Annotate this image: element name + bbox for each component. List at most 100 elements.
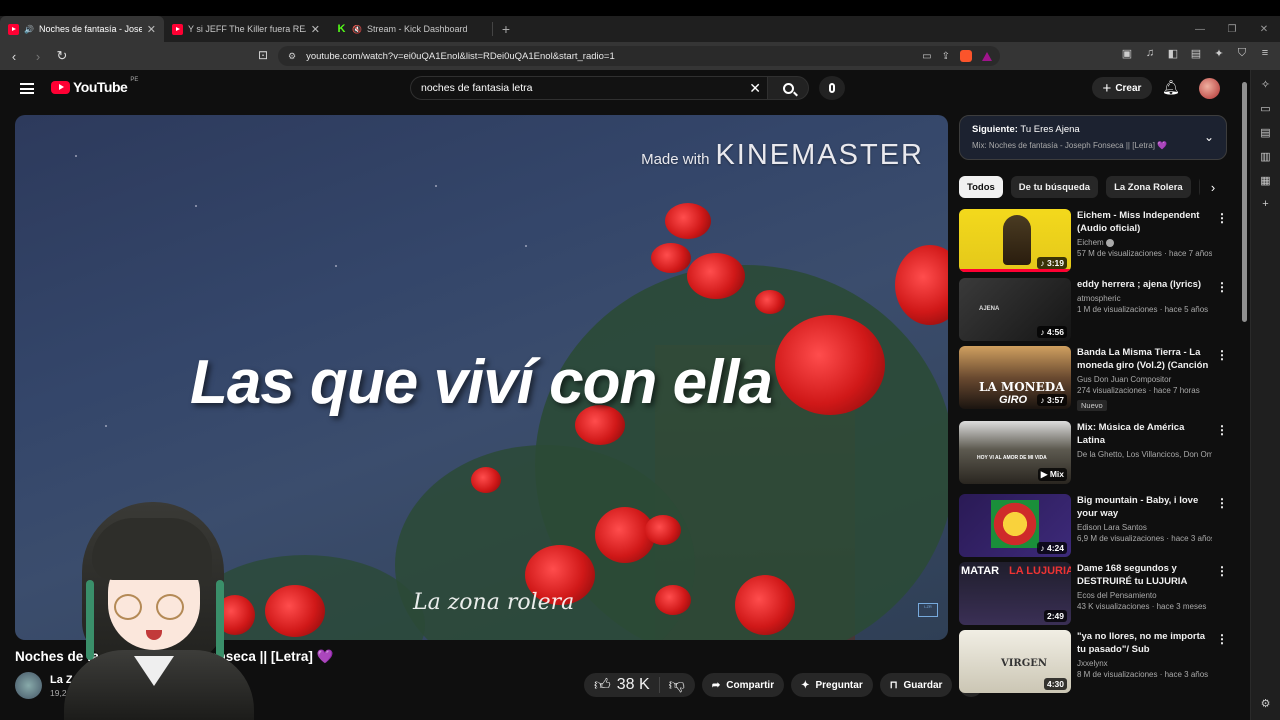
save-button[interactable]: ⊓ Guardar <box>879 673 953 697</box>
video-thumbnail[interactable]: MATAR LA LUJURIA 2:49 <box>959 562 1071 625</box>
thumbnail-text: MATAR <box>961 565 1000 577</box>
search-box: ✕ <box>410 76 767 100</box>
reading-list-icon[interactable]: ▭ <box>1260 102 1270 115</box>
ask-button[interactable]: ✦ Preguntar <box>791 673 873 697</box>
reload-icon[interactable]: ↻ <box>52 46 72 66</box>
wallet-icon[interactable]: ▤ <box>1189 47 1203 60</box>
dislike-button[interactable]: 👎︎ <box>660 676 695 695</box>
list-item[interactable]: HOY VI AL AMOR DE MI VIDA ▶ Mix Mix: Mús… <box>959 421 1234 485</box>
youtube-favicon-icon <box>172 23 183 35</box>
tab-kick-dashboard[interactable]: K 🔇 Stream - Kick Dashboard <box>328 16 492 42</box>
video-thumbnail[interactable]: ♪ 4:24 <box>959 494 1071 557</box>
more-vert-icon[interactable]: ⋮ <box>1216 564 1228 578</box>
voice-search-button[interactable] <box>819 76 845 100</box>
clear-search-icon[interactable]: ✕ <box>749 80 761 97</box>
share-icon[interactable]: ⇪ <box>942 51 950 62</box>
cast-icon[interactable]: ▭ <box>922 51 931 62</box>
notifications-bell-icon[interactable]: 🔔︎ <box>1162 79 1180 97</box>
rose <box>775 315 885 415</box>
account-avatar[interactable] <box>1199 78 1220 99</box>
video-thumbnail[interactable]: LA MONEDA GIRO ♪ 3:57 <box>959 346 1071 409</box>
more-vert-icon[interactable]: ⋮ <box>1216 348 1228 362</box>
minimize-icon[interactable]: — <box>1184 16 1216 42</box>
more-vert-icon[interactable]: ⋮ <box>1216 211 1228 225</box>
list-item[interactable]: LA MONEDA GIRO ♪ 3:57 Banda La Misma Tie… <box>959 346 1234 411</box>
channel-avatar[interactable] <box>15 672 42 699</box>
video-thumbnail[interactable]: ♪ 3:19 <box>959 209 1071 272</box>
youtube-logo[interactable]: YouTube PE <box>51 77 138 95</box>
window-controls: — ❐ ✕ <box>1184 16 1280 42</box>
up-next-panel[interactable]: Siguiente: Tu Eres Ajena Mix: Noches de … <box>959 115 1227 160</box>
reco-channel: De la Ghetto, Los Villancicos, Don Omar … <box>1077 450 1212 459</box>
close-window-icon[interactable]: ✕ <box>1248 16 1280 42</box>
muted-speaker-icon[interactable]: 🔇 <box>352 25 362 34</box>
list-item[interactable]: MATAR LA LUJURIA 2:49 Dame 168 segundos … <box>959 562 1234 626</box>
address-bar[interactable]: ⚙ youtube.com/watch?v=ei0uQA1Enol&list=R… <box>278 46 1000 66</box>
menu-icon[interactable]: ≡ <box>1258 47 1272 60</box>
chip-la-zona-rolera[interactable]: La Zona Rolera <box>1106 176 1191 198</box>
reco-stats: 8 M de visualizaciones · hace 3 años <box>1077 670 1209 679</box>
youtube-page: YouTube PE ✕ + Crear 🔔︎ <box>0 70 1280 720</box>
video-thumbnail[interactable]: HOY VI AL AMOR DE MI VIDA ▶ Mix <box>959 421 1071 484</box>
create-button[interactable]: + Crear <box>1092 77 1152 99</box>
site-info-icon[interactable]: ⚙ <box>288 51 296 62</box>
chevron-right-icon[interactable]: › <box>1200 176 1226 198</box>
sky-speck <box>525 245 527 247</box>
chevron-down-icon[interactable]: ⌄ <box>1204 130 1214 144</box>
leo-ai-icon[interactable]: ✦ <box>1212 47 1226 60</box>
more-vert-icon[interactable]: ⋮ <box>1216 280 1228 294</box>
list-item[interactable]: VIRGEN 4:30 "ya no llores, no me importa… <box>959 630 1234 694</box>
guide-menu-icon[interactable] <box>20 83 34 94</box>
mix-badge: ▶ Mix <box>1037 468 1067 481</box>
list-item[interactable]: ♪ 3:19 Eichem - Miss Independent (Audio … <box>959 209 1234 273</box>
tab-noches-de-fantasia[interactable]: 🔊 Noches de fantasía - Joseph ✕ <box>0 16 164 42</box>
vtuber-overlay <box>50 500 265 720</box>
chip-de-tu-busqueda[interactable]: De tu búsqueda <box>1010 176 1099 198</box>
wallet-sidebar-icon[interactable]: ▥ <box>1260 150 1270 163</box>
new-tab-button[interactable]: + <box>493 16 519 42</box>
list-item[interactable]: ♪ 4:24 Big mountain - Baby, i love your … <box>959 494 1234 558</box>
like-button[interactable]: 👍︎ 38 K <box>584 676 660 694</box>
video-thumbnail[interactable]: AJENA ♪ 4:56 <box>959 278 1071 341</box>
back-icon[interactable]: ‹ <box>4 46 24 66</box>
more-vert-icon[interactable]: ⋮ <box>1216 632 1228 646</box>
thumbnail-text: VIRGEN <box>1001 658 1048 669</box>
bookmarks-icon[interactable]: ▤ <box>1260 126 1270 139</box>
reco-stats: 57 M de visualizaciones · hace 7 años <box>1077 249 1212 258</box>
search-button[interactable] <box>767 76 809 100</box>
tab-close-icon[interactable]: ✕ <box>311 23 320 36</box>
sidebar-toggle-icon[interactable]: ◧ <box>1166 47 1180 60</box>
corner-logo: LZR <box>918 603 938 617</box>
chip-todos[interactable]: Todos <box>959 176 1003 198</box>
duration-badge: ♪ 4:56 <box>1037 326 1067 338</box>
tab-jeff-the-killer[interactable]: Y si JEFF The Killer fuera REAL? - You ✕ <box>164 16 328 42</box>
video-thumbnail[interactable]: VIRGEN 4:30 <box>959 630 1071 693</box>
forward-icon[interactable]: › <box>28 46 48 66</box>
thumbnail-text: LA LUJURIA <box>1009 565 1071 577</box>
sidebar-panel-icon[interactable]: ▣ <box>1120 47 1134 60</box>
speaker-icon[interactable]: 🔊 <box>24 25 34 34</box>
restore-icon[interactable]: ❐ <box>1216 16 1248 42</box>
vtuber-hair-highlight <box>216 580 224 660</box>
bookmark-icon[interactable]: ⊡ <box>258 48 268 62</box>
reader-icon[interactable]: ▦ <box>1260 174 1270 187</box>
create-label: Crear <box>1115 82 1142 94</box>
add-panel-icon[interactable]: + <box>1262 198 1268 210</box>
tab-title: Y si JEFF The Killer fuera REAL? - You <box>188 24 306 34</box>
page-scrollbar[interactable] <box>1240 78 1248 698</box>
settings-gear-icon[interactable]: ⚙ <box>1261 697 1271 710</box>
youtube-play-icon <box>51 80 70 94</box>
list-item[interactable]: AJENA ♪ 4:56 eddy herrera ; ajena (lyric… <box>959 278 1234 342</box>
vpn-icon[interactable]: ⛉ <box>1235 47 1249 60</box>
scrollbar-thumb[interactable] <box>1242 82 1247 322</box>
share-button[interactable]: ➦ Compartir <box>701 673 785 697</box>
search-input[interactable] <box>421 82 741 94</box>
brave-rewards-icon[interactable] <box>982 51 992 61</box>
music-icon[interactable]: ♫ <box>1143 47 1157 60</box>
more-vert-icon[interactable]: ⋮ <box>1216 423 1228 437</box>
made-with-text: Made with <box>641 151 710 168</box>
more-vert-icon[interactable]: ⋮ <box>1216 496 1228 510</box>
leo-icon[interactable]: ✧ <box>1261 78 1270 91</box>
tab-close-icon[interactable]: ✕ <box>147 23 156 36</box>
brave-shields-icon[interactable] <box>960 50 972 62</box>
